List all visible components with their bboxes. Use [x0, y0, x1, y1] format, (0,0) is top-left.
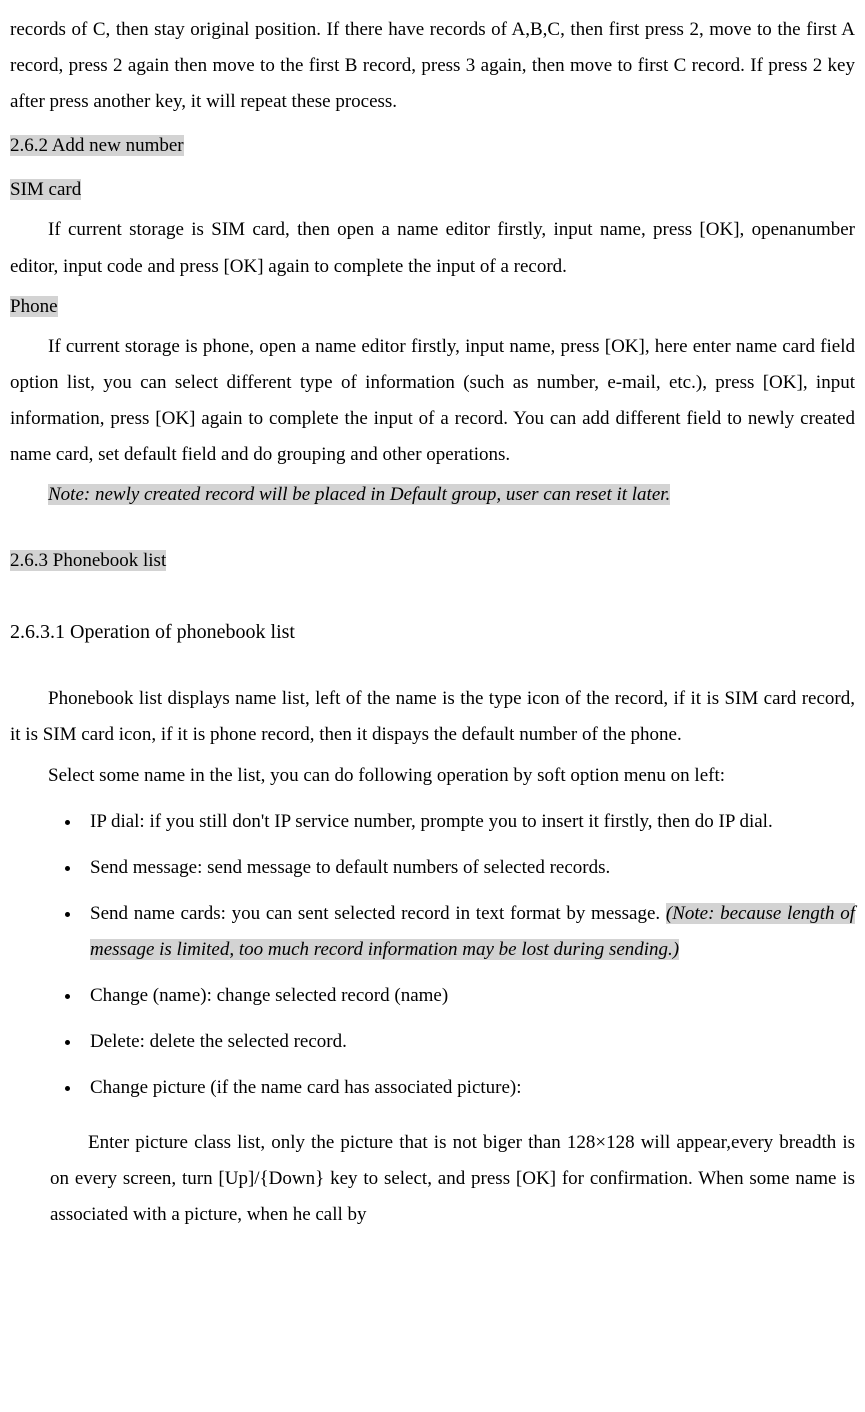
list-item-change-name: Change (name): change selected record (n…	[82, 978, 855, 1014]
heading-2-6-3: 2.6.3 Phonebook list	[10, 543, 855, 579]
list-item-change-picture: Change picture (if the name card has ass…	[82, 1070, 855, 1106]
top-paragraph: records of C, then stay original positio…	[10, 12, 855, 120]
picture-detail-text: Enter picture class list, only the pictu…	[50, 1125, 855, 1233]
select-text: Select some name in the list, you can do…	[10, 758, 855, 794]
list-item-send-message: Send message: send message to default nu…	[82, 850, 855, 886]
heading-2-6-3-1: 2.6.3.1 Operation of phonebook list	[10, 613, 855, 651]
sim-card-label: SIM card	[10, 172, 855, 208]
heading-2-6-2: 2.6.2 Add new number	[10, 128, 855, 164]
sim-card-text: If current storage is SIM card, then ope…	[10, 212, 855, 284]
phone-text: If current storage is phone, open a name…	[10, 329, 855, 473]
list-item-ip-dial: IP dial: if you still don't IP service n…	[82, 804, 855, 840]
list-item-delete: Delete: delete the selected record.	[82, 1024, 855, 1060]
note-default-group: Note: newly created record will be place…	[10, 477, 855, 513]
phone-label: Phone	[10, 289, 855, 325]
list-item-send-cards: Send name cards: you can sent selected r…	[82, 896, 855, 968]
phonebook-intro: Phonebook list displays name list, left …	[10, 681, 855, 753]
operation-list: IP dial: if you still don't IP service n…	[10, 804, 855, 1107]
